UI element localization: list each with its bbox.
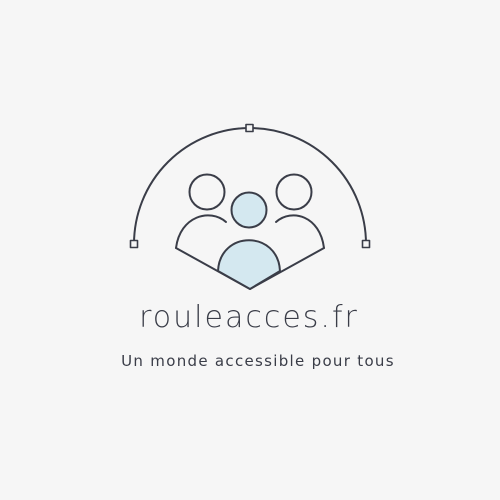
person-right-head — [275, 173, 313, 211]
arc-handle-right-icon — [361, 239, 371, 249]
logo-mark — [129, 123, 371, 290]
arc-handle-top-icon — [245, 123, 254, 133]
arc-handle-left-icon — [129, 239, 139, 249]
person-center-head — [230, 191, 268, 229]
brand-name: rouleacces.fr — [139, 300, 359, 335]
person-left-head — [188, 173, 226, 211]
person-right-body — [275, 214, 325, 249]
person-center-body — [217, 239, 281, 290]
tagline: Un monde accessible pour tous — [121, 352, 395, 370]
person-left-body — [175, 214, 227, 249]
